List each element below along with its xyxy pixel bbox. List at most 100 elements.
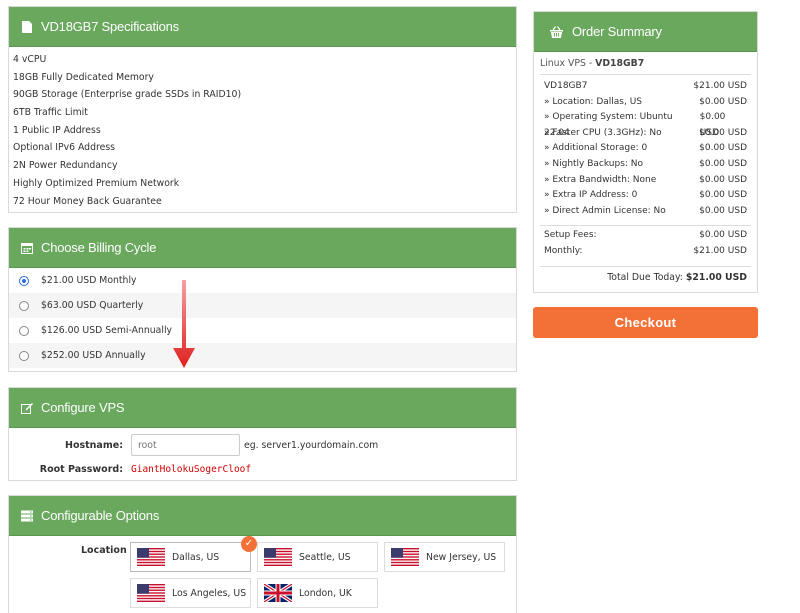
summary-line-value: $0.00 USD — [699, 112, 726, 138]
product-title: Linux VPS - VD18GB7 — [534, 52, 757, 74]
server-icon — [21, 510, 33, 522]
summary-line-value: $0.00 USD — [699, 96, 747, 107]
product-group: Linux VPS — [540, 58, 586, 69]
hostname-hint: eg. server1.yourdomain.com — [244, 439, 379, 451]
location-option-london[interactable]: London, UK — [257, 578, 378, 608]
location-option-dallas[interactable]: Dallas, US ✓ — [130, 536, 257, 572]
root-password-value: GiantHolokuSogerCloof — [131, 463, 252, 475]
us-flag-icon — [137, 548, 165, 566]
summary-line-label: » Extra Bandwidth: None — [544, 174, 657, 185]
summary-line: » Faster CPU (3.3GHz): No $0.00 USD — [534, 126, 757, 142]
billing-option-annually[interactable]: $252.00 USD Annually — [9, 343, 516, 368]
radio-selected[interactable] — [19, 275, 29, 286]
root-password-label: Root Password: — [39, 463, 123, 475]
billing-cycle-title: Choose Billing Cycle — [41, 240, 157, 255]
summary-line-value: $0.00 USD — [699, 143, 747, 154]
configurable-options-title: Configurable Options — [41, 508, 160, 523]
us-flag-icon — [264, 548, 292, 566]
uk-flag-icon — [263, 582, 293, 604]
total-due-value: $21.00 USD — [685, 271, 747, 283]
location-label: Location — [81, 545, 127, 556]
setup-fees-row: Setup Fees: $0.00 USD — [534, 228, 757, 244]
spec-list: 4 vCPU 18GB Fully Dedicated Memory 90GB … — [9, 47, 516, 210]
summary-line: » Direct Admin License: No $0.00 USD — [534, 204, 757, 220]
summary-line-label: » Operating System: Ubuntu 22.04 — [544, 112, 673, 138]
summary-line: » Extra Bandwidth: None $0.00 USD — [534, 173, 757, 189]
summary-lines: VD18GB7 $21.00 USD » Location: Dallas, US… — [534, 75, 757, 219]
root-password-row: Root Password: GiantHolokuSogerCloof — [9, 457, 516, 481]
summary-line-label: » Extra IP Address: 0 — [544, 190, 638, 201]
total-due-row: Total Due Today: $21.00 USD — [534, 267, 757, 289]
specifications-panel: VD18GB7 Specifications 4 vCPU 18GB Fully… — [8, 6, 517, 213]
billing-option-label: $252.00 USD Annually — [41, 350, 146, 361]
billing-option-label: $126.00 USD Semi-Annually — [41, 325, 173, 336]
summary-line-value: $21.00 USD — [693, 81, 747, 91]
spec-item: 4 vCPU — [13, 54, 47, 65]
billing-option-semi-annually[interactable]: $126.00 USD Semi-Annually — [9, 318, 516, 343]
hostname-label: Hostname: — [65, 439, 123, 451]
monthly-row: Monthly: $21.00 USD — [534, 244, 757, 260]
radio[interactable] — [19, 325, 29, 336]
hostname-input[interactable] — [131, 434, 240, 456]
spec-item: 6TB Traffic Limit — [13, 107, 88, 119]
product-name: VD18GB7 — [595, 58, 645, 69]
location-name: Dallas, US — [172, 551, 220, 563]
radio[interactable] — [19, 350, 29, 361]
billing-option-monthly[interactable]: $21.00 USD Monthly — [9, 268, 516, 293]
summary-line: » Extra IP Address: 0 $0.00 USD — [534, 188, 757, 204]
billing-cycle-panel: Choose Billing Cycle $21.00 USD Monthly … — [8, 227, 517, 372]
hostname-row: Hostname: eg. server1.yourdomain.com — [9, 433, 516, 457]
summary-line: » Nightly Backups: No $0.00 USD — [534, 157, 757, 173]
summary-line-label: » Faster CPU (3.3GHz): No — [544, 127, 662, 138]
billing-cycle-header: Choose Billing Cycle — [9, 228, 516, 268]
spec-item: 90GB Storage (Enterprise grade SSDs in R… — [13, 89, 242, 101]
spec-item: Optional IPv6 Address — [13, 142, 116, 154]
location-name: Seattle, US — [299, 551, 351, 563]
summary-line-label: VD18GB7 — [544, 81, 588, 91]
configurable-options-header: Configurable Options — [9, 496, 516, 536]
checkout-button[interactable]: Checkout — [533, 307, 758, 338]
order-summary-panel: Order Summary Linux VPS - VD18GB7 VD18GB… — [533, 11, 758, 293]
monthly-value: $21.00 USD — [693, 245, 747, 256]
shopping-basket-icon — [550, 25, 563, 38]
location-name: London, UK — [299, 587, 352, 599]
specifications-title: VD18GB7 Specifications — [41, 19, 179, 34]
summary-line: » Operating System: Ubuntu 22.04 $0.00 US… — [534, 110, 757, 138]
edit-icon — [21, 402, 33, 414]
us-flag-icon — [391, 548, 419, 566]
us-flag-icon — [137, 584, 165, 602]
location-name: Los Angeles, US — [172, 587, 247, 599]
calendar-icon — [21, 242, 33, 254]
configure-vps-title: Configure VPS — [41, 400, 125, 415]
summary-line-value: $0.00 USD — [699, 127, 747, 138]
billing-option-label: $63.00 USD Quarterly — [41, 300, 144, 311]
annotation-arrow — [173, 280, 195, 368]
spec-item: 1 Public IP Address — [13, 124, 101, 136]
billing-option-quarterly[interactable]: $63.00 USD Quarterly — [9, 293, 516, 318]
radio[interactable] — [19, 300, 29, 311]
summary-line: » Additional Storage: 0 $0.00 USD — [534, 141, 757, 157]
location-option-new-jersey[interactable]: New Jersey, US — [384, 542, 505, 572]
configurable-options-panel: Configurable Options Location Dallas, US… — [8, 495, 517, 613]
spec-item: Highly Optimized Premium Network — [13, 177, 180, 189]
location-name: New Jersey, US — [426, 551, 497, 563]
spec-item: 2N Power Redundancy — [13, 160, 118, 172]
summary-line-label: » Direct Admin License: No — [544, 205, 666, 216]
spec-item: 72 Hour Money Back Guarantee — [13, 195, 162, 207]
configure-vps-header: Configure VPS — [9, 388, 516, 428]
location-option-seattle[interactable]: Seattle, US — [257, 542, 378, 572]
billing-options: $21.00 USD Monthly $63.00 USD Quarterly … — [9, 268, 516, 368]
setup-fees-value: $0.00 USD — [699, 230, 747, 241]
summary-line-value: $0.00 USD — [699, 158, 747, 169]
spec-item: 18GB Fully Dedicated Memory — [13, 71, 154, 83]
document-icon — [21, 20, 33, 33]
product-separator: - — [585, 58, 596, 69]
summary-line-value: $0.00 USD — [699, 205, 747, 216]
total-due-label: Total Due Today: — [607, 271, 683, 283]
summary-line-value: $0.00 USD — [699, 174, 747, 185]
configure-vps-panel: Configure VPS Hostname: eg. server1.your… — [8, 387, 517, 481]
summary-line-value: $0.00 USD — [699, 190, 747, 201]
order-summary-title: Order Summary — [572, 24, 662, 39]
location-option-los-angeles[interactable]: Los Angeles, US — [130, 578, 251, 608]
setup-fees-label: Setup Fees: — [544, 230, 597, 241]
